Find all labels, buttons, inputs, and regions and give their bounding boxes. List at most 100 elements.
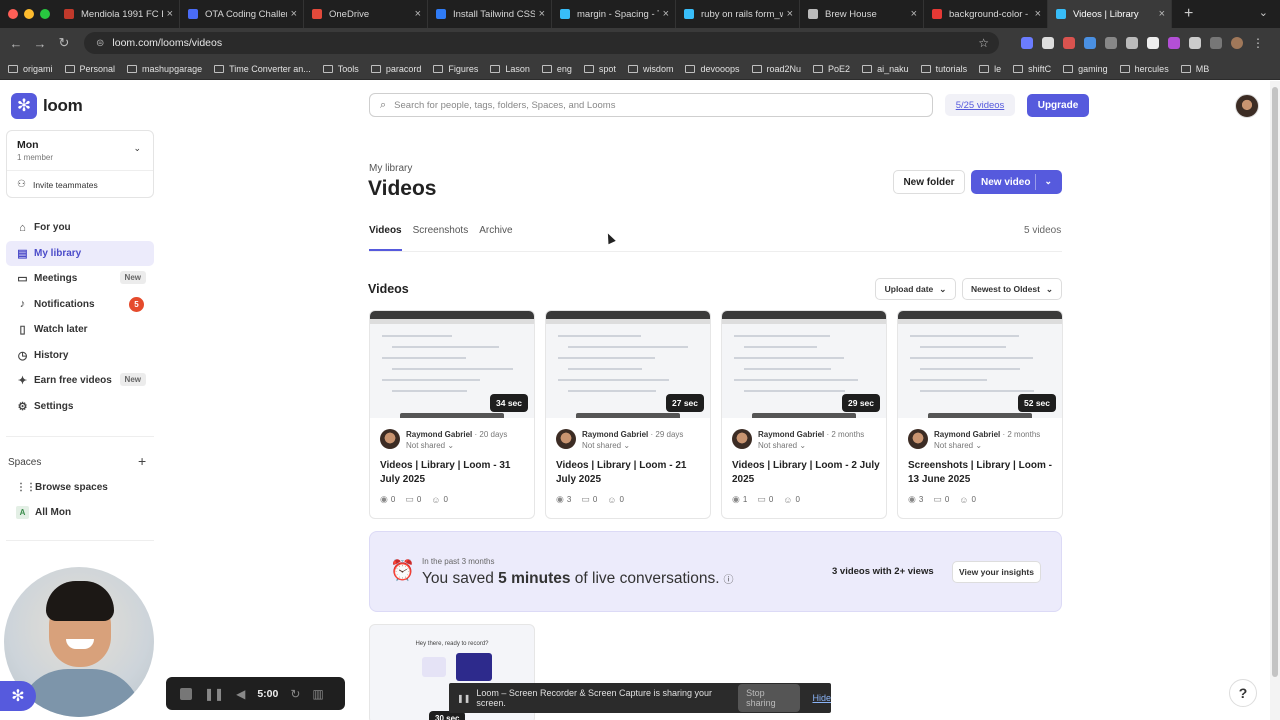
sidebar-item-my-library[interactable]: ▤ My library [6, 240, 154, 266]
bookmark-item[interactable]: eng [541, 64, 572, 74]
video-limit-badge[interactable]: 5/25 videos [945, 94, 1015, 116]
forward-button[interactable]: → [28, 36, 52, 51]
page-scrollbar[interactable] [1270, 81, 1280, 720]
bookmark-item[interactable]: tutorials [920, 64, 967, 74]
browser-tab[interactable]: ruby on rails form_w × [676, 0, 800, 28]
bookmark-item[interactable]: Time Converter an... [214, 64, 311, 74]
bookmark-item[interactable]: Lason [490, 64, 530, 74]
loom-recorder-icon[interactable]: ✻ [0, 681, 36, 711]
site-info-icon[interactable]: ⊜ [96, 38, 104, 49]
browser-tab[interactable]: OneDrive × [304, 0, 428, 28]
extension-icon[interactable] [1168, 37, 1180, 49]
sidebar-item-settings[interactable]: ⚙ Settings [6, 394, 154, 420]
close-tab-icon[interactable]: × [1159, 8, 1165, 20]
browser-tab[interactable]: Brew House × [800, 0, 924, 28]
video-title[interactable]: Videos | Library | Loom - 2 July 2025 [732, 459, 882, 487]
extension-icon[interactable] [1084, 37, 1096, 49]
sharing-status-dropdown[interactable]: Not shared ⌄ [582, 441, 630, 450]
sidebar-item-history[interactable]: ◷ History [6, 343, 154, 369]
chevron-down-icon[interactable]: ⌄ [133, 143, 141, 154]
sidebar-item-meetings[interactable]: ▭ Meetings New [6, 266, 154, 292]
bookmark-item[interactable]: le [979, 64, 1001, 74]
help-button[interactable]: ? [1229, 679, 1257, 707]
chevron-down-icon[interactable]: ⌄ [1044, 176, 1052, 187]
video-title[interactable]: Screenshots | Library | Loom - 13 June 2… [908, 459, 1058, 487]
sidebar-item-for-you[interactable]: ⌂ For you [6, 215, 154, 241]
bookmark-item[interactable]: Tools [322, 64, 359, 74]
extension-icon[interactable] [1105, 37, 1117, 49]
bookmark-item[interactable]: gaming [1063, 64, 1108, 74]
bookmark-item[interactable]: hercules [1119, 64, 1169, 74]
sidebar-toggle-icon[interactable] [1210, 37, 1222, 49]
sort-field-dropdown[interactable]: Upload date ⌄ [875, 278, 956, 300]
invite-teammates-button[interactable]: ⚇ Invite teammates [17, 179, 98, 190]
sidebar-item-watch-later[interactable]: ▯ Watch later [6, 317, 154, 343]
back-button[interactable]: ← [4, 36, 28, 51]
bookmark-item[interactable]: Figures [433, 64, 478, 74]
sharing-status-dropdown[interactable]: Not shared ⌄ [758, 441, 806, 450]
extension-icon[interactable] [1147, 37, 1159, 49]
browser-tab[interactable]: OTA Coding Challen × [180, 0, 304, 28]
bookmark-item[interactable]: ai_naku [862, 64, 909, 74]
bookmark-item[interactable]: mashupgarage [127, 64, 202, 74]
video-thumbnail[interactable]: 29 sec [722, 311, 886, 418]
extension-icon[interactable] [1021, 37, 1033, 49]
info-icon[interactable]: ⓘ [724, 575, 734, 586]
stop-sharing-button[interactable]: Stop sharing [738, 684, 801, 712]
close-tab-icon[interactable]: × [415, 8, 421, 20]
sort-order-dropdown[interactable]: Newest to Oldest ⌄ [962, 278, 1062, 300]
video-thumbnail[interactable]: 34 sec [370, 311, 534, 418]
bookmark-item[interactable]: Personal [64, 64, 115, 74]
bookmark-item[interactable]: PoE2 [813, 64, 850, 74]
view-insights-button[interactable]: View your insights [952, 561, 1041, 583]
tab-screenshots[interactable]: Screenshots [413, 225, 469, 251]
upgrade-button[interactable]: Upgrade [1027, 94, 1089, 117]
browse-spaces-link[interactable]: ⋮⋮ Browse spaces [16, 482, 108, 493]
new-video-button[interactable]: New video ⌄ [971, 170, 1062, 194]
extension-icon[interactable] [1126, 37, 1138, 49]
sharing-status-dropdown[interactable]: Not shared ⌄ [934, 441, 982, 450]
browser-tab[interactable]: Mendiola 1991 FC B × [56, 0, 180, 28]
video-thumbnail[interactable]: 52 sec [898, 311, 1062, 418]
zoom-window-button[interactable] [40, 9, 50, 19]
bookmark-item[interactable]: wisdom [627, 64, 673, 74]
tab-search-chevron-icon[interactable]: ⌄ [1259, 6, 1268, 19]
browser-tab[interactable]: Videos | Library × [1048, 0, 1172, 28]
space-all-mon[interactable]: A All Mon [16, 506, 71, 519]
minimize-window-button[interactable] [24, 9, 34, 19]
tab-videos[interactable]: Videos [369, 225, 402, 251]
extension-icon[interactable] [1063, 37, 1075, 49]
bookmark-star-icon[interactable]: ☆ [978, 36, 989, 50]
extension-icon[interactable] [1042, 37, 1054, 49]
video-card[interactable]: 34 sec Raymond Gabriel · 20 days Not share… [369, 310, 535, 519]
browser-tab[interactable]: background-color - × [924, 0, 1048, 28]
restart-icon[interactable]: ↻ [290, 687, 300, 701]
user-avatar[interactable] [1235, 94, 1259, 118]
tab-archive[interactable]: Archive [479, 225, 512, 251]
close-window-button[interactable] [8, 9, 18, 19]
new-folder-button[interactable]: New folder [893, 170, 965, 194]
reload-button[interactable]: ↻ [52, 35, 76, 51]
browser-tab[interactable]: margin - Spacing - T × [552, 0, 676, 28]
video-thumbnail[interactable]: 27 sec [546, 311, 710, 418]
bookmark-item[interactable]: paracord [370, 64, 421, 74]
trash-icon[interactable]: ▥ [312, 687, 323, 701]
breadcrumb[interactable]: My library [369, 163, 412, 174]
search-input[interactable]: ⌕ Search for people, tags, folders, Spac… [369, 93, 933, 117]
new-tab-button[interactable]: + [1184, 5, 1193, 23]
video-card[interactable]: 52 sec Raymond Gabriel · 2 months Not shar… [897, 310, 1063, 519]
profile-avatar[interactable] [1231, 37, 1243, 49]
close-tab-icon[interactable]: × [167, 8, 173, 20]
close-tab-icon[interactable]: × [291, 8, 297, 20]
close-tab-icon[interactable]: × [911, 8, 917, 20]
address-bar[interactable]: ⊜ loom.com/looms/videos ☆ [84, 32, 999, 54]
workspace-switcher[interactable]: Mon 1 member ⌄ ⚇ Invite teammates [6, 130, 154, 198]
bookmark-item[interactable]: spot [583, 64, 616, 74]
bookmark-item[interactable]: devooops [685, 64, 740, 74]
close-tab-icon[interactable]: × [539, 8, 545, 20]
bookmark-item[interactable]: road2Nu [751, 64, 801, 74]
close-tab-icon[interactable]: × [663, 8, 669, 20]
add-space-button[interactable]: + [138, 453, 146, 469]
scrollbar-thumb[interactable] [1272, 87, 1278, 677]
mute-icon[interactable]: ◀ [236, 687, 245, 701]
